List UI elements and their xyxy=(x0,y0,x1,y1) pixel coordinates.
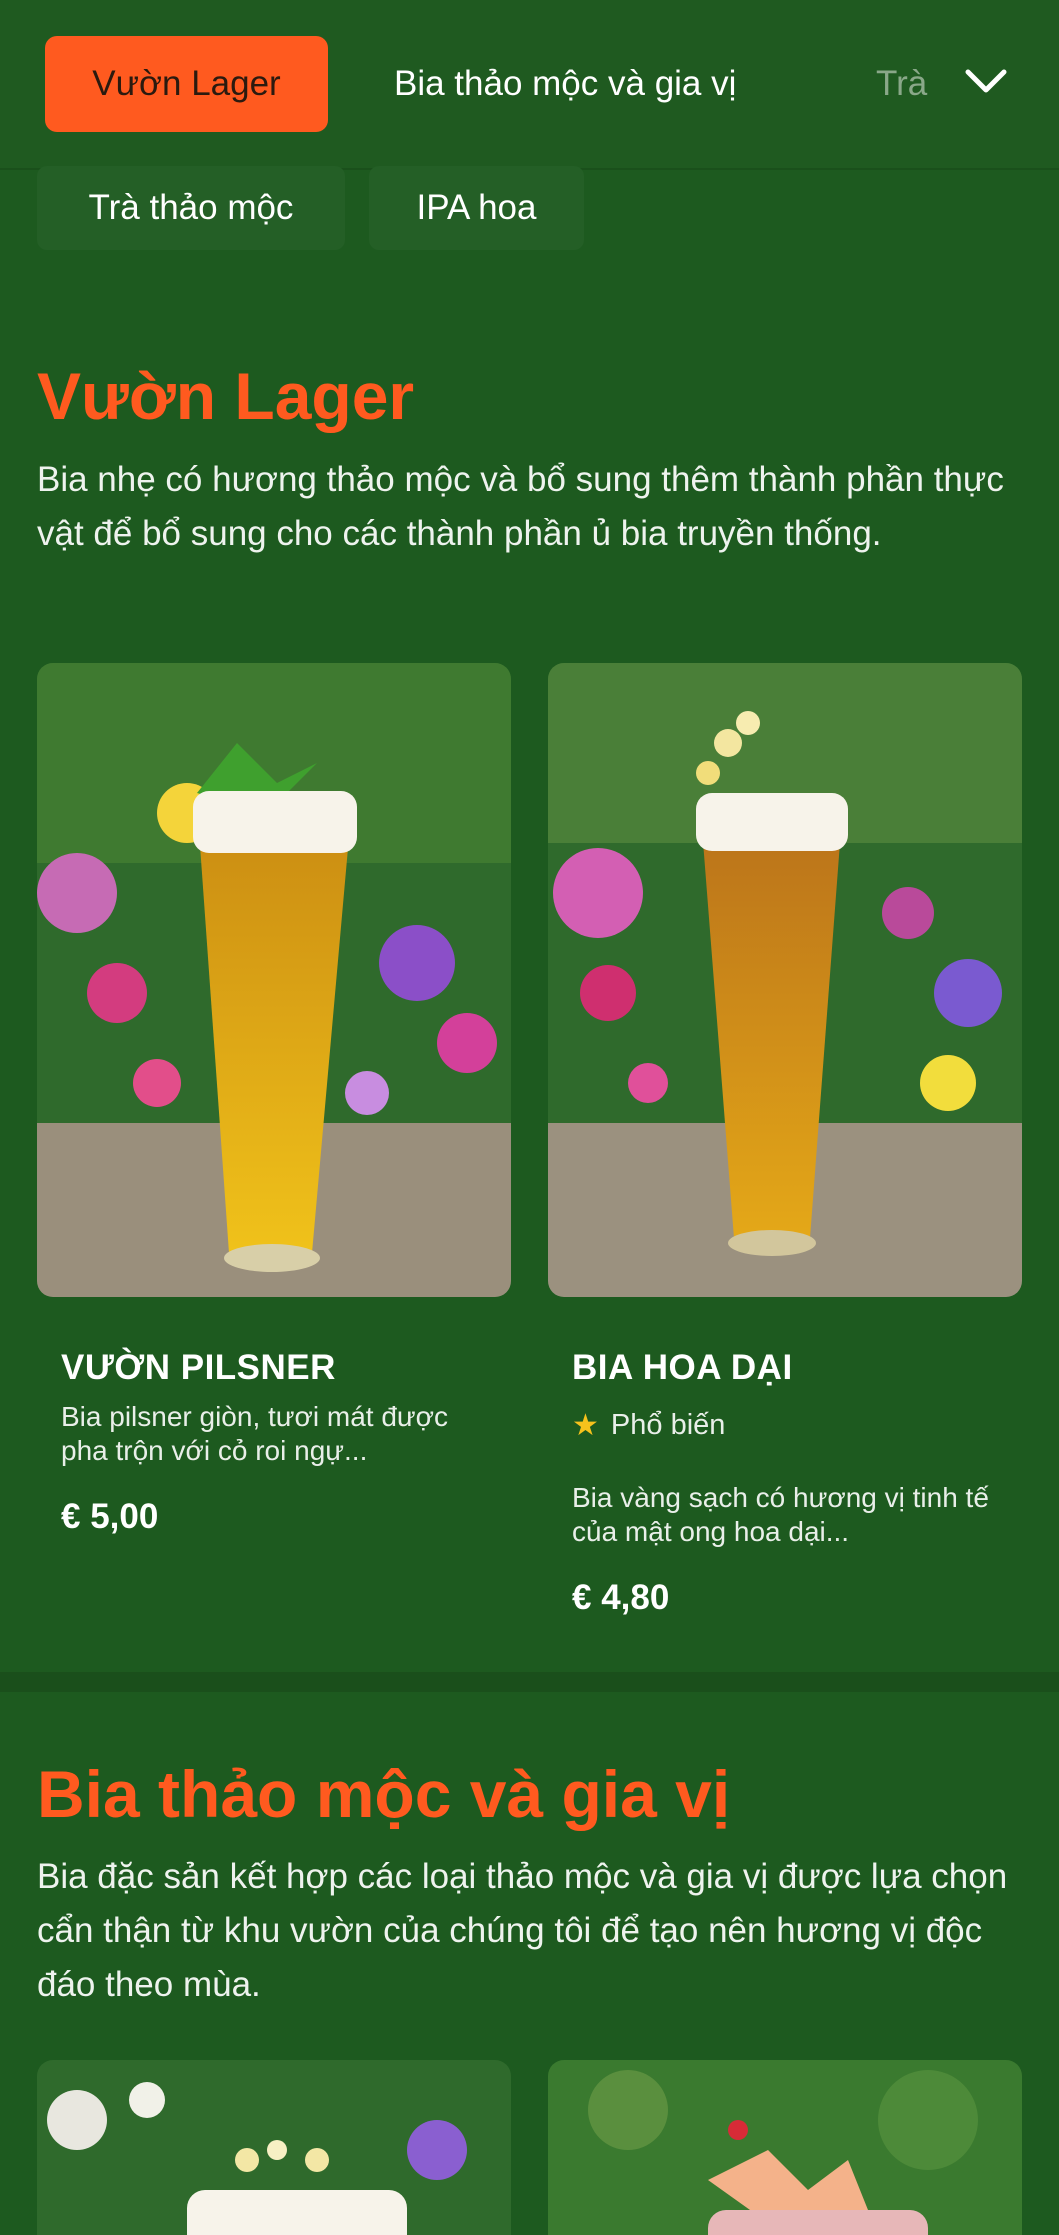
product-image[interactable] xyxy=(548,2060,1022,2235)
drink-photo xyxy=(37,2060,511,2235)
product-image[interactable] xyxy=(37,663,511,1297)
section-description: Bia nhẹ có hương thảo mộc và bổ sung thê… xyxy=(37,460,1004,553)
tab-bia-thao-moc[interactable]: Bia thảo mộc và gia vị xyxy=(394,36,736,132)
tab-tra[interactable]: Trà xyxy=(876,36,936,132)
chip-ipa-hoa[interactable]: IPA hoa xyxy=(369,166,584,250)
product-price: € 5,00 xyxy=(61,1497,159,1536)
star-icon: ★ xyxy=(572,1409,599,1442)
tab-vuon-lager[interactable]: Vườn Lager xyxy=(45,36,328,132)
popular-badge-label: Phổ biến xyxy=(610,1409,726,1441)
product-image[interactable] xyxy=(548,663,1022,1297)
beer-glass-photo xyxy=(548,663,1022,1297)
product-price: € 4,80 xyxy=(572,1578,670,1617)
chevron-down-icon[interactable] xyxy=(960,62,1012,102)
section-title: Bia thảo mộc và gia vị xyxy=(37,1757,731,1831)
section-description: Bia đặc sản kết hợp các loại thảo mộc và… xyxy=(37,1857,1008,2004)
product-name[interactable]: VƯỜN PILSNER xyxy=(61,1348,336,1388)
product-name[interactable]: BIA HOA DẠI xyxy=(572,1348,793,1388)
category-bar: Vườn Lager Bia thảo mộc và gia vị Trà xyxy=(0,0,1059,170)
product-image[interactable] xyxy=(37,2060,511,2235)
section-divider xyxy=(0,1672,1059,1692)
popular-badge: ★ Phổ biến xyxy=(572,1408,725,1443)
chip-tra-thao-moc[interactable]: Trà thảo mộc xyxy=(37,166,345,250)
drink-photo xyxy=(548,2060,1022,2235)
beer-glass-photo xyxy=(37,663,511,1297)
product-description: Bia vàng sạch có hương vị tinh tế của mậ… xyxy=(572,1482,989,1547)
product-description: Bia pilsner giòn, tươi mát được pha trộn… xyxy=(61,1401,449,1466)
section-title: Vườn Lager xyxy=(37,359,415,433)
